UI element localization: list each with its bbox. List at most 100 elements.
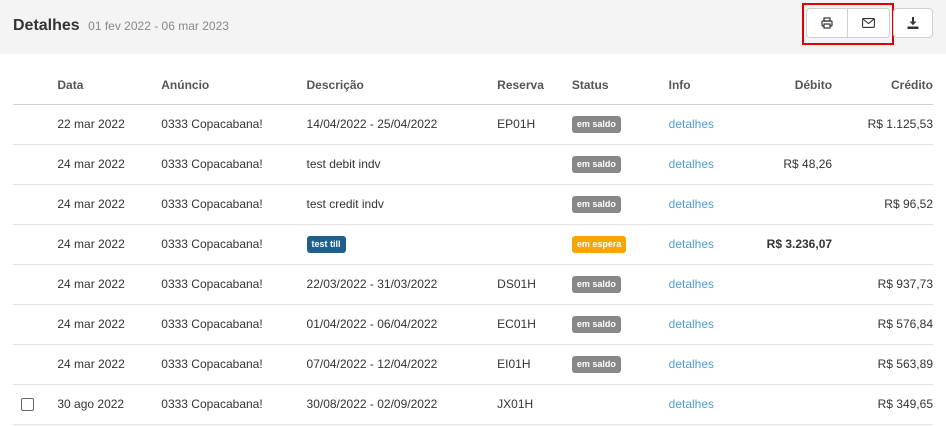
row-date: 24 mar 2022 [57,344,162,385]
row-info-cell: detalhes [668,384,739,425]
table-header-row: Data Anúncio Descrição Reserva Status In… [13,66,933,105]
print-button[interactable] [806,8,848,38]
row-description: test debit indv [306,144,498,185]
row-info-cell: detalhes [668,104,739,145]
page-header: Detalhes 01 fev 2022 - 06 mar 2023 [0,0,946,54]
header-description[interactable]: Descrição [306,66,498,105]
title-text: Detalhes [13,17,80,34]
row-date: 30 ago 2022 [57,384,162,425]
row-select-cell [13,384,58,425]
row-reservation: JX01H [497,384,572,425]
row-reservation [497,144,572,185]
row-status-cell: em saldo [571,304,669,345]
table-row: 24 mar 2022 0333 Copacabana! 22/03/2022 … [13,264,933,305]
description-badge: test till [306,235,346,253]
row-description: 30/08/2022 - 02/09/2022 [306,384,498,425]
row-info-cell: detalhes [668,144,739,185]
row-debit: R$ 3.236,07 [738,224,833,265]
header-status[interactable]: Status [571,66,669,105]
row-date: 24 mar 2022 [57,144,162,185]
header-debit[interactable]: Débito [738,66,833,105]
details-link[interactable]: detalhes [669,357,714,371]
details-link[interactable]: detalhes [669,317,714,331]
row-reservation: EC01H [497,304,572,345]
row-status-cell: em saldo [571,184,669,225]
header-credit[interactable]: Crédito [832,66,933,105]
row-reservation: EP01H [497,104,572,145]
details-link[interactable]: detalhes [669,197,714,211]
table-row: 24 mar 2022 0333 Copacabana! test till e… [13,224,933,265]
row-info-cell: detalhes [668,264,739,305]
row-status-cell [571,384,669,425]
row-info-cell: detalhes [668,344,739,385]
row-listing: 0333 Copacabana! [161,104,307,145]
details-link[interactable]: detalhes [669,277,714,291]
row-listing: 0333 Copacabana! [161,184,307,225]
row-debit: R$ 48,26 [738,144,833,185]
row-listing: 0333 Copacabana! [161,384,307,425]
row-reservation [497,224,572,265]
row-credit: R$ 576,84 [832,304,933,345]
row-select-cell [13,224,58,265]
row-description: 01/04/2022 - 06/04/2022 [306,304,498,345]
row-checkbox[interactable] [21,397,34,411]
status-badge: em saldo [571,275,621,293]
row-select-cell [13,144,58,185]
row-reservation: DS01H [497,264,572,305]
table-row: 24 mar 2022 0333 Copacabana! test credit… [13,184,933,225]
header-listing[interactable]: Anúncio [161,66,307,105]
header-info: Info [668,66,739,105]
status-badge: em saldo [571,115,621,133]
row-description-cell: test till [306,224,498,265]
row-debit [738,264,833,305]
row-select-cell [13,344,58,385]
row-description: 07/04/2022 - 12/04/2022 [306,344,498,385]
row-credit: R$ 96,52 [832,184,933,225]
status-badge: em saldo [571,195,621,213]
details-link[interactable]: detalhes [669,237,714,251]
details-link[interactable]: detalhes [669,397,714,411]
row-info-cell: detalhes [668,184,739,225]
page-title: Detalhes 01 fev 2022 - 06 mar 2023 [13,17,229,35]
row-date: 24 mar 2022 [57,304,162,345]
row-debit [738,344,833,385]
row-credit [832,224,933,265]
row-info-cell: detalhes [668,224,739,265]
table-row: 24 mar 2022 0333 Copacabana! 07/04/2022 … [13,344,933,385]
status-badge: em saldo [571,355,621,373]
row-info-cell: detalhes [668,304,739,345]
row-select-cell [13,304,58,345]
status-badge: em espera [571,235,627,253]
row-select-cell [13,104,58,145]
row-credit: R$ 349,65 [832,384,933,425]
email-button[interactable] [848,8,890,38]
details-link[interactable]: detalhes [669,117,714,131]
row-reservation [497,184,572,225]
row-listing: 0333 Copacabana! [161,264,307,305]
row-credit: R$ 1.125,53 [832,104,933,145]
row-debit [738,184,833,225]
row-description: test credit indv [306,184,498,225]
header-reservation[interactable]: Reserva [497,66,572,105]
print-icon [821,17,833,29]
row-debit [738,384,833,425]
table-row: 24 mar 2022 0333 Copacabana! test debit … [13,144,933,185]
transactions-table: Data Anúncio Descrição Reserva Status In… [13,66,933,425]
row-description: 14/04/2022 - 25/04/2022 [306,104,498,145]
row-status-cell: em saldo [571,344,669,385]
row-listing: 0333 Copacabana! [161,304,307,345]
row-debit [738,104,833,145]
mail-icon [862,18,875,28]
header-date[interactable]: Data [57,66,162,105]
table-row: 30 ago 2022 0333 Copacabana! 30/08/2022 … [13,384,933,425]
row-debit [738,304,833,345]
row-credit: R$ 563,89 [832,344,933,385]
row-credit: R$ 937,73 [832,264,933,305]
date-range: 01 fev 2022 - 06 mar 2023 [88,19,229,33]
row-select-cell [13,184,58,225]
status-badge: em saldo [571,155,621,173]
download-button[interactable] [893,8,933,38]
details-link[interactable]: detalhes [669,157,714,171]
row-listing: 0333 Copacabana! [161,224,307,265]
row-status-cell: em saldo [571,264,669,305]
